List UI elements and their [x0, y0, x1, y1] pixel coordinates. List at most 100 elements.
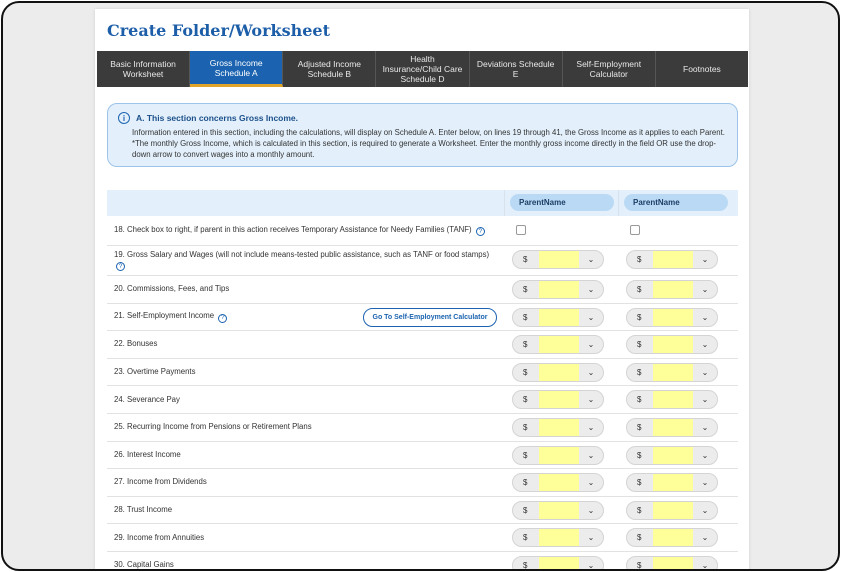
amount-field-parent2[interactable]: $ ⌄ [626, 335, 718, 355]
tab-adjusted-income-schedule-b[interactable]: Adjusted Income Schedule B [283, 51, 377, 87]
amount-input[interactable] [539, 418, 579, 436]
chevron-down-icon[interactable]: ⌄ [693, 313, 717, 322]
tab-gross-income-schedule-a[interactable]: Gross Income Schedule A [190, 51, 284, 87]
chevron-down-icon[interactable]: ⌄ [579, 506, 603, 515]
amount-field-parent1[interactable]: $ ⌄ [512, 417, 604, 437]
amount-input[interactable] [653, 529, 693, 547]
amount-field-parent1[interactable]: $ ⌄ [512, 473, 604, 493]
amount-input[interactable] [653, 556, 693, 569]
chevron-down-icon[interactable]: ⌄ [579, 313, 603, 322]
amount-field-parent2[interactable]: $ ⌄ [626, 280, 718, 299]
amount-input[interactable] [539, 251, 579, 268]
tab-bar: Basic Information Worksheet Gross Income … [97, 51, 748, 87]
amount-field-parent2[interactable]: $ ⌄ [626, 500, 718, 520]
amount-field-parent1[interactable]: $ ⌄ [512, 335, 604, 355]
chevron-down-icon[interactable]: ⌄ [579, 423, 603, 432]
amount-field-parent1[interactable]: $ ⌄ [512, 250, 604, 269]
amount-input[interactable] [653, 336, 693, 354]
chevron-down-icon[interactable]: ⌄ [693, 506, 717, 515]
amount-field-parent2[interactable]: $ ⌄ [626, 307, 718, 327]
info-body: Information entered in this section, inc… [132, 128, 725, 159]
row-label: 23. Overtime Payments [114, 367, 196, 377]
amount-field-parent2[interactable]: $ ⌄ [626, 417, 718, 437]
chevron-down-icon[interactable]: ⌄ [579, 451, 603, 460]
help-icon[interactable]: ? [116, 262, 125, 272]
amount-input[interactable] [539, 529, 579, 547]
chevron-down-icon[interactable]: ⌄ [693, 395, 717, 404]
amount-field-parent1[interactable]: $ ⌄ [512, 390, 604, 410]
chevron-down-icon[interactable]: ⌄ [693, 478, 717, 487]
amount-input[interactable] [539, 446, 579, 464]
go-to-self-employment-calculator-button[interactable]: Go To Self-Employment Calculator [363, 307, 497, 327]
tab-health-insurance-child-care-schedule-d[interactable]: Health Insurance/Child Care Schedule D [376, 51, 470, 87]
amount-input[interactable] [653, 281, 693, 298]
amount-input[interactable] [539, 474, 579, 492]
amount-input[interactable] [653, 251, 693, 268]
amount-field-parent1[interactable]: $ ⌄ [512, 500, 604, 520]
row-label: 20. Commissions, Fees, and Tips [114, 284, 230, 294]
tanf-checkbox-parent2[interactable] [630, 225, 640, 235]
chevron-down-icon[interactable]: ⌄ [579, 395, 603, 404]
chevron-down-icon[interactable]: ⌄ [579, 340, 603, 349]
page-title: Create Folder/Worksheet [107, 21, 330, 40]
tab-self-employment-calculator[interactable]: Self-Employment Calculator [563, 51, 656, 87]
tab-deviations-schedule-e[interactable]: Deviations Schedule E [470, 51, 563, 87]
amount-input[interactable] [539, 363, 579, 381]
currency-symbol: $ [637, 367, 642, 377]
amount-field-parent1[interactable]: $ ⌄ [512, 528, 604, 548]
amount-field-parent2[interactable]: $ ⌄ [626, 362, 718, 382]
amount-field-parent2[interactable]: $ ⌄ [626, 445, 718, 465]
tanf-checkbox-parent1[interactable] [516, 225, 526, 235]
amount-input[interactable] [653, 446, 693, 464]
amount-input[interactable] [653, 391, 693, 409]
tab-basic-information-worksheet[interactable]: Basic Information Worksheet [97, 51, 191, 87]
currency-symbol: $ [637, 340, 642, 350]
table-row: 25. Recurring Income from Pensions or Re… [107, 414, 738, 442]
amount-input[interactable] [539, 308, 579, 326]
amount-input[interactable] [539, 556, 579, 569]
amount-input[interactable] [653, 474, 693, 492]
amount-field-parent2[interactable]: $ ⌄ [626, 528, 718, 548]
chevron-down-icon[interactable]: ⌄ [579, 285, 603, 294]
chevron-down-icon[interactable]: ⌄ [693, 423, 717, 432]
row-label: 24. Severance Pay [114, 394, 180, 404]
currency-symbol: $ [523, 422, 528, 432]
chevron-down-icon[interactable]: ⌄ [693, 368, 717, 377]
amount-field-parent1[interactable]: $ ⌄ [512, 445, 604, 465]
help-icon[interactable]: ? [475, 227, 485, 237]
amount-input[interactable] [653, 308, 693, 326]
amount-input[interactable] [653, 501, 693, 519]
amount-input[interactable] [653, 363, 693, 381]
chevron-down-icon[interactable]: ⌄ [693, 285, 717, 294]
amount-input[interactable] [653, 418, 693, 436]
currency-symbol: $ [637, 422, 642, 432]
amount-input[interactable] [539, 391, 579, 409]
amount-input[interactable] [539, 336, 579, 354]
amount-field-parent2[interactable]: $ ⌄ [626, 555, 718, 569]
amount-field-parent1[interactable]: $ ⌄ [512, 280, 604, 299]
tab-footnotes[interactable]: Footnotes [656, 51, 748, 87]
currency-symbol: $ [523, 285, 528, 294]
amount-field-parent1[interactable]: $ ⌄ [512, 362, 604, 382]
amount-field-parent2[interactable]: $ ⌄ [626, 473, 718, 493]
chevron-down-icon[interactable]: ⌄ [579, 533, 603, 542]
amount-field-parent2[interactable]: $ ⌄ [626, 390, 718, 410]
amount-field-parent1[interactable]: $ ⌄ [512, 307, 604, 327]
chevron-down-icon[interactable]: ⌄ [693, 340, 717, 349]
chevron-down-icon[interactable]: ⌄ [693, 255, 717, 264]
chevron-down-icon[interactable]: ⌄ [579, 255, 603, 264]
chevron-down-icon[interactable]: ⌄ [579, 368, 603, 377]
currency-symbol: $ [637, 255, 642, 264]
chevron-down-icon[interactable]: ⌄ [579, 561, 603, 569]
table-body: 18. Check box to right, if parent in thi… [107, 216, 738, 569]
chevron-down-icon[interactable]: ⌄ [693, 561, 717, 569]
amount-field-parent2[interactable]: $ ⌄ [626, 250, 718, 269]
chevron-down-icon[interactable]: ⌄ [579, 478, 603, 487]
row-label: 29. Income from Annuities [114, 532, 205, 542]
amount-input[interactable] [539, 501, 579, 519]
amount-field-parent1[interactable]: $ ⌄ [512, 555, 604, 569]
help-icon[interactable]: ? [218, 313, 228, 323]
amount-input[interactable] [539, 281, 579, 298]
chevron-down-icon[interactable]: ⌄ [693, 533, 717, 542]
chevron-down-icon[interactable]: ⌄ [693, 451, 717, 460]
